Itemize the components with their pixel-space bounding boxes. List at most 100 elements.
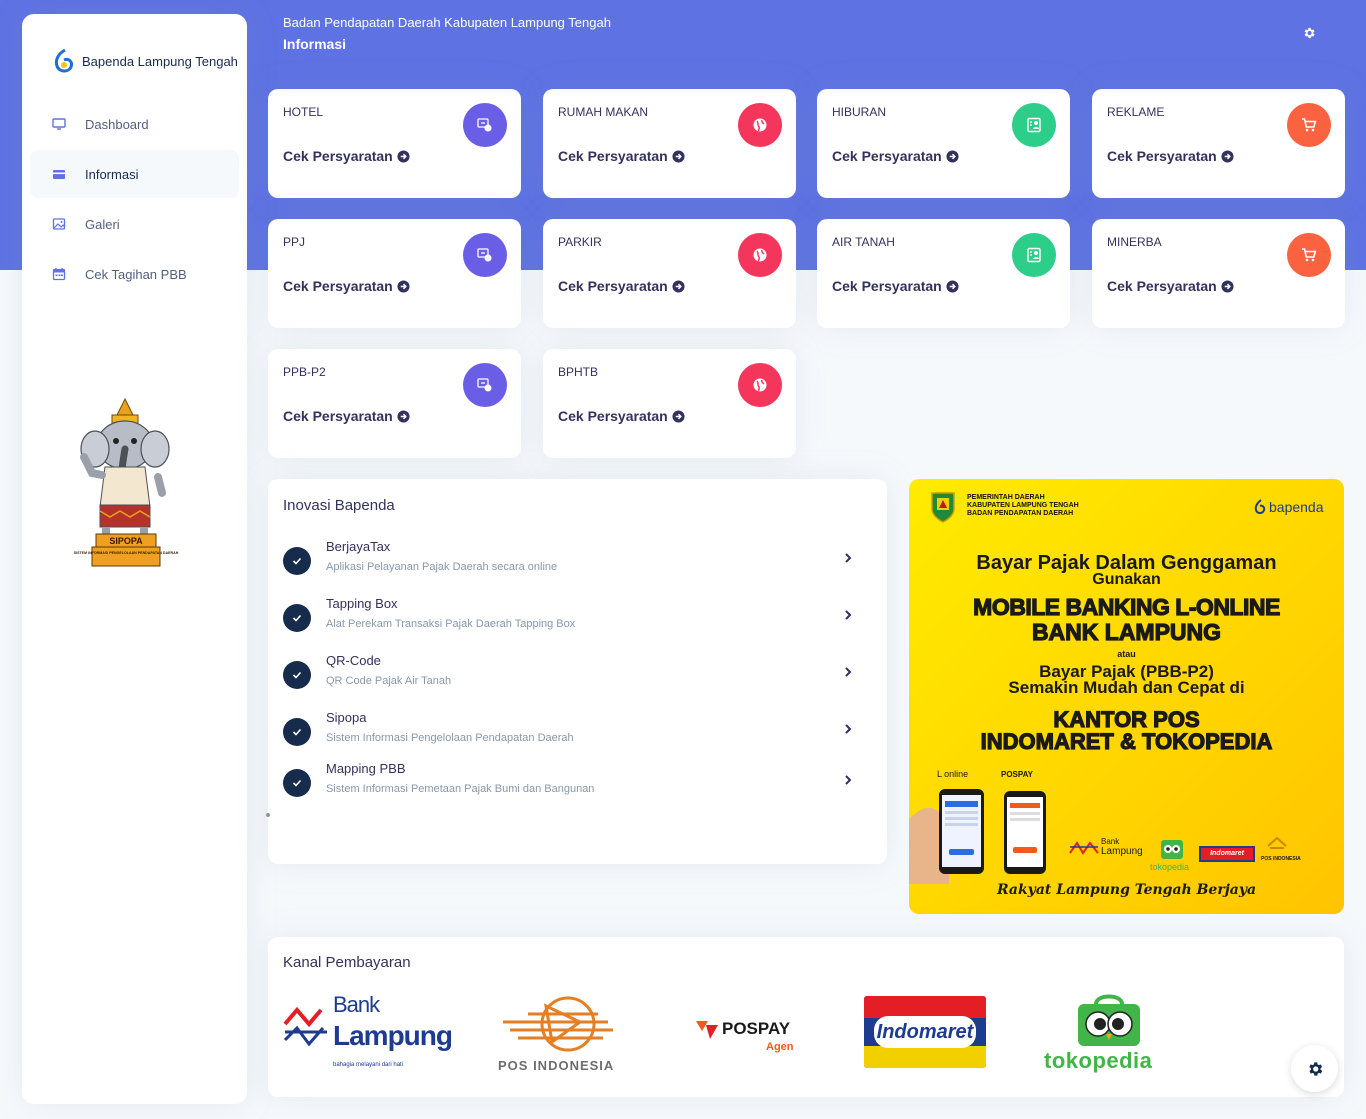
info-card-ppj[interactable]: PPJ Cek Persyaratan — [268, 219, 521, 328]
cek-persyaratan-link[interactable]: Cek Persyaratan — [832, 278, 959, 294]
cek-persyaratan-link[interactable]: Cek Persyaratan — [558, 408, 685, 424]
info-card-parkir[interactable]: PARKIR Cek Persyaratan — [543, 219, 796, 328]
pos-indonesia-text: POS INDONESIA — [498, 1058, 615, 1073]
card-label: REKLAME — [1107, 105, 1165, 119]
mascot-caption: SISTEM INFORMASI PENGELOLAAN PENDAPATAN … — [74, 551, 179, 555]
sidebar-item-label: Informasi — [85, 166, 139, 182]
cart-icon — [1287, 103, 1331, 147]
banner-indomaret-logo: Indomaret — [1199, 846, 1255, 862]
bapenda-logo-icon — [1254, 499, 1266, 514]
arrow-right-circle-icon — [946, 149, 959, 163]
arrow-right-circle-icon — [397, 279, 410, 293]
tokopedia-logo[interactable]: tokopedia — [1044, 992, 1174, 1077]
banner-bank-lampung-logo: Bank Lampung — [1101, 837, 1143, 857]
cek-persyaratan-link[interactable]: Cek Persyaratan — [283, 148, 410, 164]
card-label: PPJ — [283, 235, 306, 249]
info-card-minerba[interactable]: MINERBA Cek Persyaratan — [1092, 219, 1345, 328]
globe-icon — [738, 103, 782, 147]
bank-big-text: Lampung — [1101, 846, 1143, 857]
badge-icon — [1012, 103, 1056, 147]
check-icon — [283, 661, 311, 689]
gear-icon — [1308, 1061, 1322, 1076]
info-card-ppb-p2[interactable]: PPB-P2 Cek Persyaratan — [268, 349, 521, 458]
info-card-hotel[interactable]: HOTEL Cek Persyaratan — [268, 89, 521, 198]
settings-fab-button[interactable] — [1291, 1045, 1338, 1092]
calendar-icon — [52, 268, 66, 281]
arrow-right-circle-icon — [672, 149, 685, 163]
indomaret-logo[interactable]: Indomaret — [864, 996, 986, 1068]
info-card-reklame[interactable]: REKLAME Cek Persyaratan — [1092, 89, 1345, 198]
inovasi-desc: QR Code Pajak Air Tanah — [326, 675, 452, 687]
mascot-label: SIPOPA — [109, 536, 143, 546]
carousel-dot[interactable] — [266, 813, 270, 817]
chevron-right-icon[interactable] — [843, 722, 853, 736]
phones-illustration — [909, 789, 1046, 884]
cek-persyaratan-link[interactable]: Cek Persyaratan — [1107, 148, 1234, 164]
cek-persyaratan-link[interactable]: Cek Persyaratan — [558, 148, 685, 164]
gear-icon[interactable] — [1302, 26, 1316, 40]
bank-lampung-tag: bahagia melayani dari hati — [333, 1062, 404, 1068]
brand-name: Bapenda Lampung Tengah — [82, 53, 238, 69]
banner-tokopedia-text: tokopedia — [1150, 862, 1190, 872]
chevron-right-icon[interactable] — [843, 773, 853, 787]
inovasi-name: Sipopa — [326, 710, 367, 725]
inovasi-item-sipopa[interactable]: Sipopa Sistem Informasi Pengelolaan Penda… — [283, 710, 853, 760]
lampung-tengah-emblem-icon — [931, 492, 955, 523]
sidebar-item-informasi[interactable]: Informasi — [30, 150, 239, 198]
card-label: HIBURAN — [832, 105, 887, 119]
chevron-right-icon[interactable] — [843, 551, 853, 565]
inovasi-name: QR-Code — [326, 653, 381, 668]
pospay-agen-text: Agen — [766, 1041, 794, 1053]
sidebar-nav: Dashboard Informasi Galeri Cek Tagihan P… — [22, 100, 247, 298]
sidebar-item-cek-tagihan-pbb[interactable]: Cek Tagihan PBB — [30, 250, 239, 298]
card-label: BPHTB — [558, 365, 599, 379]
banner-brand-text: bapenda — [1269, 499, 1324, 515]
inovasi-item-qr-code[interactable]: QR-Code QR Code Pajak Air Tanah — [283, 653, 853, 703]
bank-lampung-logo[interactable]: Bank Lampung bahagia melayani dari hati — [283, 992, 453, 1077]
info-card-hiburan[interactable]: HIBURAN Cek Persyaratan — [817, 89, 1070, 198]
card-label: AIR TANAH — [832, 235, 895, 249]
inovasi-item-mapping-pbb[interactable]: Mapping PBB Sistem Informasi Pemetaan Paj… — [283, 761, 853, 811]
arrow-right-circle-icon — [672, 279, 685, 293]
chevron-right-icon[interactable] — [843, 608, 853, 622]
cek-persyaratan-link[interactable]: Cek Persyaratan — [558, 278, 685, 294]
cek-persyaratan-link[interactable]: Cek Persyaratan — [1107, 278, 1234, 294]
cek-persyaratan-link[interactable]: Cek Persyaratan — [283, 408, 410, 424]
inovasi-desc: Sistem Informasi Pemetaan Pajak Bumi dan… — [326, 783, 595, 795]
inovasi-desc: Sistem Informasi Pengelolaan Pendapatan … — [326, 732, 574, 744]
globe-icon — [738, 233, 782, 277]
info-card-rumah-makan[interactable]: RUMAH MAKAN Cek Persyaratan — [543, 89, 796, 198]
check-icon — [283, 604, 311, 632]
cek-persyaratan-label: Cek Persyaratan — [283, 278, 393, 294]
cek-persyaratan-link[interactable]: Cek Persyaratan — [832, 148, 959, 164]
header-subtitle: Badan Pendapatan Daerah Kabupaten Lampun… — [283, 15, 611, 30]
sidebar-item-dashboard[interactable]: Dashboard — [30, 100, 239, 148]
banner-atau: atau — [1117, 649, 1136, 659]
info-card-bphtb[interactable]: BPHTB Cek Persyaratan — [543, 349, 796, 458]
chevron-right-icon[interactable] — [843, 665, 853, 679]
money-coins-icon — [463, 103, 507, 147]
cek-persyaratan-link[interactable]: Cek Persyaratan — [283, 278, 410, 294]
inovasi-title: Inovasi Bapenda — [283, 497, 395, 514]
inovasi-item-tapping-box[interactable]: Tapping Box Alat Perekam Transaksi Pajak … — [283, 596, 853, 646]
inovasi-name: Tapping Box — [326, 596, 398, 611]
inovasi-name: BerjayaTax — [326, 539, 391, 554]
indomaret-yellow-band — [864, 1046, 986, 1068]
check-icon — [283, 547, 311, 575]
info-card-air-tanah[interactable]: AIR TANAH Cek Persyaratan — [817, 219, 1070, 328]
pos-indonesia-logo[interactable]: POS INDONESIA — [493, 992, 623, 1077]
bank-lampung-small-logo — [1069, 841, 1099, 855]
brand[interactable]: Bapenda Lampung Tengah — [22, 14, 247, 84]
bank-lampung-main: Lampung — [333, 1020, 453, 1051]
bapenda-logo-icon — [54, 48, 73, 73]
sidebar-item-galeri[interactable]: Galeri — [30, 200, 239, 248]
banner-brand: bapenda — [1254, 499, 1324, 515]
banner-gunakan: Gunakan — [1092, 571, 1161, 588]
banner-indomaret-tokopedia: INDOMARET & TOKOPEDIA — [980, 728, 1273, 754]
inovasi-item-berjayatax[interactable]: BerjayaTax Aplikasi Pelayanan Pajak Daera… — [283, 539, 853, 589]
banner-bank-lampung: BANK LAMPUNG — [1031, 618, 1222, 645]
arrow-right-circle-icon — [1221, 279, 1234, 293]
money-coins-icon — [463, 363, 507, 407]
badge-icon — [1012, 233, 1056, 277]
pospay-logo[interactable]: POSPAY Agen — [694, 1017, 794, 1062]
